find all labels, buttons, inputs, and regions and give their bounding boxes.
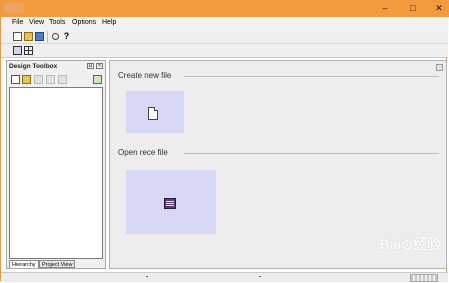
menu-bar: File View Tools Options Help <box>1 17 448 30</box>
layout-icon[interactable] <box>13 46 22 55</box>
panel-close-button[interactable]: × <box>96 63 103 69</box>
menu-view[interactable]: View <box>29 19 44 26</box>
menu-help[interactable]: Help <box>102 19 116 26</box>
view-toolbar <box>1 44 448 58</box>
pin-icon[interactable]: ⊔ <box>87 63 94 69</box>
section-divider <box>184 153 439 154</box>
disabled-edit-icon <box>46 75 55 84</box>
hierarchy-tree[interactable] <box>9 87 103 259</box>
baidu-watermark: Bai⊙经验 <box>379 236 441 252</box>
main-toolbar: ? <box>1 30 448 44</box>
status-bar <box>1 272 448 282</box>
project-file-icon <box>164 198 176 209</box>
minimize-button[interactable]: – <box>371 0 399 17</box>
help-icon[interactable]: ? <box>62 32 71 41</box>
tab-hierarchy[interactable]: Hierarchy <box>9 260 39 268</box>
disabled-copy-icon <box>34 75 43 84</box>
new-file-icon[interactable] <box>13 32 22 41</box>
maximize-button[interactable]: □ <box>399 0 427 17</box>
start-page-close-button[interactable] <box>436 64 443 71</box>
new-file-tile[interactable] <box>126 91 184 133</box>
menu-tools[interactable]: Tools <box>49 19 65 26</box>
toolbar-separator <box>47 31 48 42</box>
create-new-file-heading: Create new file <box>118 71 172 80</box>
status-separator <box>259 276 261 277</box>
open-folder-icon[interactable] <box>22 75 31 84</box>
tab-project-view[interactable]: Project View <box>39 260 76 268</box>
recent-file-tile[interactable] <box>126 170 216 234</box>
app-logo-icon <box>4 3 24 13</box>
status-separator <box>146 276 148 277</box>
status-indicator <box>410 274 438 282</box>
open-project-icon[interactable] <box>35 32 44 41</box>
document-fold <box>154 107 158 111</box>
title-bar[interactable]: – □ ✕ <box>0 0 449 17</box>
section-divider <box>184 76 439 77</box>
disabled-delete-icon <box>58 75 67 84</box>
add-component-icon[interactable] <box>93 75 102 84</box>
panel-title: Design Toolbox <box>9 63 58 70</box>
panel-toolbar <box>8 74 104 85</box>
close-button[interactable]: ✕ <box>425 0 449 17</box>
find-icon[interactable] <box>52 33 59 40</box>
menu-file[interactable]: File <box>12 19 23 26</box>
new-document-icon <box>148 107 158 120</box>
menu-options[interactable]: Options <box>72 19 96 26</box>
open-folder-icon[interactable] <box>24 32 33 41</box>
new-file-icon[interactable] <box>11 75 20 84</box>
grid-icon[interactable] <box>24 46 33 55</box>
open-recent-file-heading: Open rece file <box>118 148 168 157</box>
design-toolbox-panel: Design Toolbox ⊔ × Hierarchy Project Vie… <box>6 60 106 269</box>
